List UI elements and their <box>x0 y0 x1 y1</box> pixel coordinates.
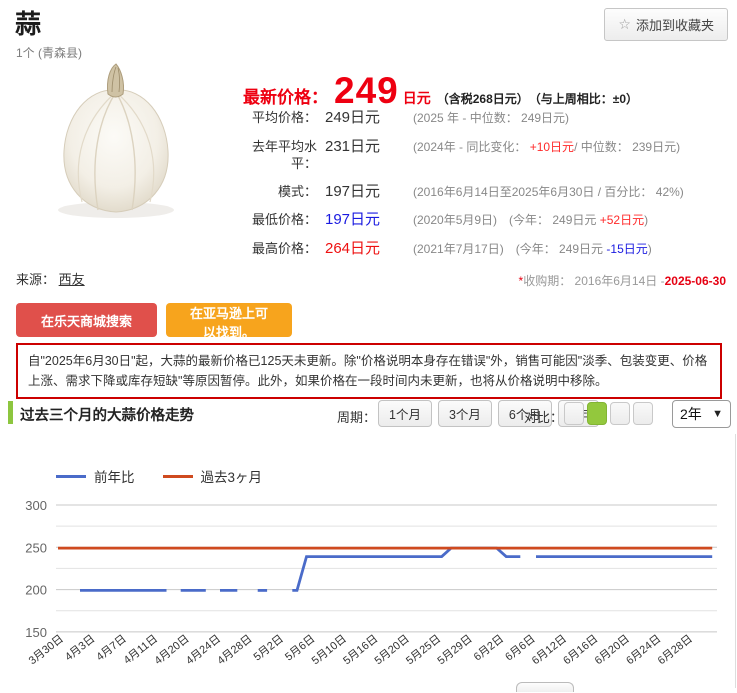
price-row-value: 264日元 <box>325 239 405 259</box>
chart-legend: 前年比 過去3ヶ月 <box>56 466 262 486</box>
purchase-period-label: 收购期： <box>523 274 571 288</box>
compare-label: 对比： <box>524 407 563 426</box>
price-row-note: (2020年5月9日) (今年： 249日元 +52日元) <box>413 213 733 229</box>
svg-text:6月28日: 6月28日 <box>656 633 695 667</box>
price-chart-svg: 1502002503003月30日4月3日4月7日4月11日4月20日4月24日… <box>0 490 737 688</box>
latest-price-row: 最新价格： 249 日元 （含税268日元） （与上周相比：±0） <box>243 70 638 112</box>
latest-price-unit: 日元 <box>403 88 431 108</box>
legend-label: 過去3ヶ月 <box>201 466 263 486</box>
compare-checkbox[interactable] <box>610 402 630 425</box>
purchase-period: *收购期： 2016年6月14日 -2025-06-30 <box>519 272 726 289</box>
svg-text:4月3日: 4月3日 <box>63 633 97 664</box>
price-row-note: (2025 年 - 中位数： 249日元) <box>413 111 733 127</box>
svg-text:5月2日: 5月2日 <box>252 633 286 664</box>
rakuten-search-button[interactable]: 在乐天商城搜索 <box>16 303 157 337</box>
compare-checkbox[interactable] <box>633 402 653 425</box>
svg-text:6月2日: 6月2日 <box>472 633 506 664</box>
purchase-period-range: 2016年6月14日 - <box>575 274 665 288</box>
legend-item: 前年比 <box>56 466 135 486</box>
svg-text:5月16日: 5月16日 <box>341 633 380 667</box>
partial-button[interactable] <box>516 682 574 692</box>
legend-label: 前年比 <box>94 466 135 486</box>
period-button[interactable]: 3个月 <box>438 400 492 427</box>
price-rows: 平均价格： 249日元 (2025 年 - 中位数： 249日元) 去年平均水平： 23… <box>243 108 733 258</box>
svg-text:5月10日: 5月10日 <box>310 633 349 667</box>
period-label: 周期： <box>337 407 376 426</box>
chart-section-title: 过去三个月的大蒜价格走势 <box>20 404 194 425</box>
price-row-label: 平均价格： <box>243 109 317 127</box>
compare-boxes <box>564 402 653 425</box>
svg-text:5月20日: 5月20日 <box>373 633 412 667</box>
legend-item: 過去3ヶ月 <box>163 466 263 486</box>
svg-text:4月28日: 4月28日 <box>215 633 254 667</box>
latest-price-tax-note: （含税268日元） <box>437 90 529 107</box>
source-label: 来源： <box>16 272 55 287</box>
price-chart: 1502002503003月30日4月3日4月7日4月11日4月20日4月24日… <box>0 490 737 688</box>
svg-text:300: 300 <box>25 498 47 513</box>
latest-price-week-note: （与上周相比：±0） <box>529 90 638 107</box>
latest-price-value: 249 <box>334 70 399 112</box>
svg-text:6月24日: 6月24日 <box>624 633 663 667</box>
star-outline-icon: ☆ <box>618 16 631 33</box>
price-row-label: 最高价格： <box>243 240 317 258</box>
svg-text:6月16日: 6月16日 <box>561 633 600 667</box>
add-to-favorites-label: 添加到收藏夹 <box>636 15 714 34</box>
svg-text:4月24日: 4月24日 <box>184 633 223 667</box>
legend-line-swatch <box>163 475 193 478</box>
price-row-label: 去年平均水平： <box>243 138 317 173</box>
price-update-notice: 自"2025年6月30日"起，大蒜的最新价格已125天未更新。除"价格说明本身存… <box>16 343 722 399</box>
price-row-note: (2021年7月17日) (今年： 249日元 -15日元) <box>413 242 733 258</box>
compare-checkbox[interactable] <box>564 402 584 425</box>
chevron-down-icon: ▼ <box>712 408 723 420</box>
price-row-value: 249日元 <box>325 108 405 128</box>
period-button[interactable]: 1个月 <box>378 400 432 427</box>
legend-line-swatch <box>56 475 86 478</box>
latest-price-label: 最新价格： <box>243 83 328 108</box>
svg-text:6月20日: 6月20日 <box>593 633 632 667</box>
price-row-value: 231日元 <box>325 137 405 157</box>
svg-text:200: 200 <box>25 583 47 598</box>
purchase-period-end: 2025-06-30 <box>665 274 726 288</box>
price-row-value: 197日元 <box>325 182 405 202</box>
product-image-garlic <box>28 58 203 223</box>
price-row-label: 最低价格： <box>243 211 317 229</box>
price-row-label: 模式： <box>243 183 317 201</box>
svg-text:5月25日: 5月25日 <box>404 633 443 667</box>
svg-text:250: 250 <box>25 540 47 555</box>
range-select-dropdown[interactable]: 2年 ▼ <box>672 400 731 428</box>
compare-checkbox[interactable] <box>587 402 607 425</box>
svg-text:5月29日: 5月29日 <box>435 633 474 667</box>
page-title: 蒜 <box>15 4 41 41</box>
price-row-note: (2024年 - 同比变化： +10日元/ 中位数： 239日元) <box>413 140 733 156</box>
svg-text:4月20日: 4月20日 <box>152 633 191 667</box>
amazon-find-button[interactable]: 在亚马逊上可以找到。 <box>166 303 292 337</box>
svg-text:150: 150 <box>25 625 47 640</box>
price-row-note: (2016年6月14日至2025年6月30日 / 百分比： 42%) <box>413 185 733 201</box>
range-select-value: 2年 <box>680 404 702 424</box>
add-to-favorites-button[interactable]: ☆ 添加到收藏夹 <box>604 8 728 41</box>
source-row: 来源： 西友 <box>16 269 85 288</box>
source-link[interactable]: 西友 <box>59 272 85 287</box>
svg-text:6月12日: 6月12日 <box>530 633 569 667</box>
section-marker-bar <box>8 401 13 424</box>
price-row-value: 197日元 <box>325 210 405 230</box>
